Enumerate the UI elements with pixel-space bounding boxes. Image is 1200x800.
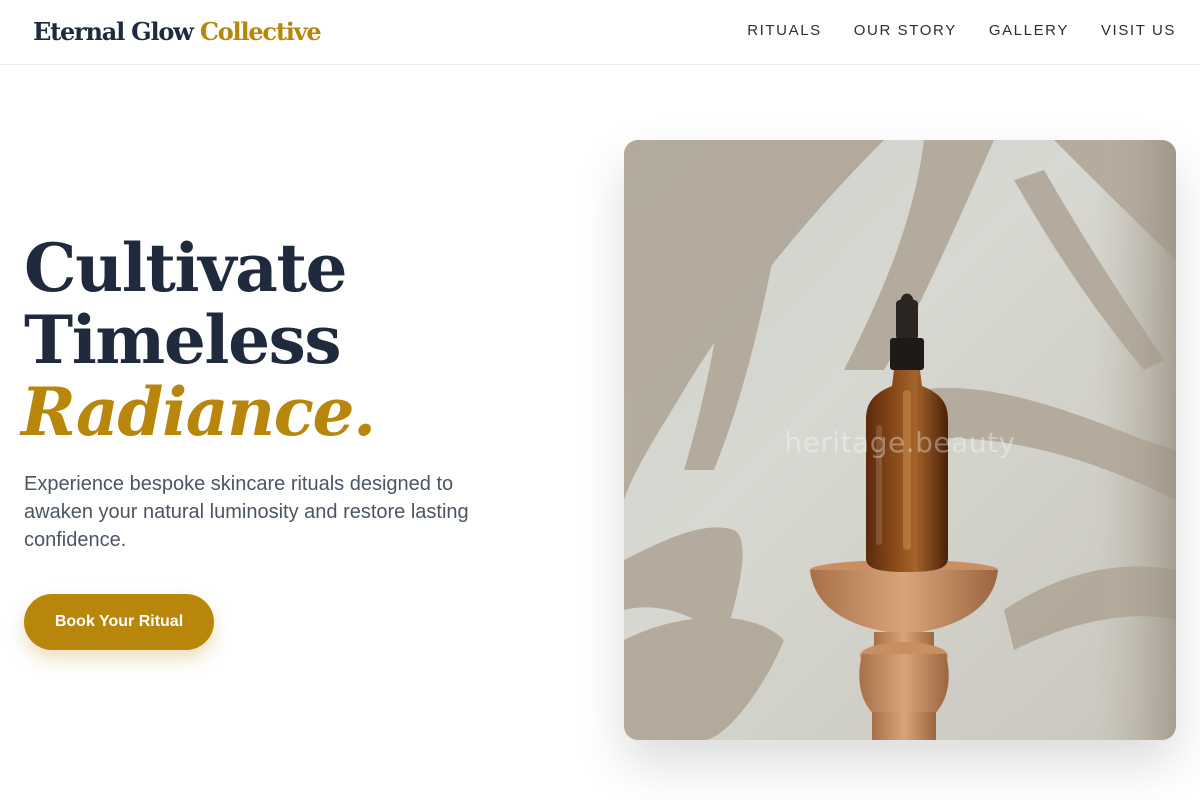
main-nav: RITUALS OUR STORY GALLERY VISIT US	[747, 22, 1176, 39]
image-watermark: heritage.beauty	[784, 426, 1016, 459]
site-header: Eternal Glow Collective RITUALS OUR STOR…	[0, 0, 1200, 65]
nav-gallery[interactable]: GALLERY	[989, 22, 1069, 39]
hero-title-line-1: Cultivate	[24, 229, 348, 307]
hero-title-line-2: Timeless	[24, 301, 342, 379]
brand-name: Eternal Glow	[33, 17, 194, 46]
hero-product-image: heritage.beauty	[624, 140, 1176, 740]
book-ritual-button[interactable]: Book Your Ritual	[24, 594, 214, 650]
wooden-pedestal	[810, 560, 998, 740]
nav-visit-us[interactable]: VISIT US	[1101, 22, 1176, 39]
brand-name-accent: Collective	[199, 17, 322, 46]
hero-subtitle: Experience bespoke skincare rituals desi…	[24, 473, 469, 551]
brand-logo[interactable]: Eternal Glow Collective	[33, 17, 322, 46]
hero-title-accent: Radiance.	[21, 373, 376, 451]
nav-our-story[interactable]: OUR STORY	[854, 22, 957, 39]
hero-title: Cultivate Timeless Radiance.	[21, 229, 376, 451]
nav-rituals[interactable]: RITUALS	[747, 22, 822, 39]
